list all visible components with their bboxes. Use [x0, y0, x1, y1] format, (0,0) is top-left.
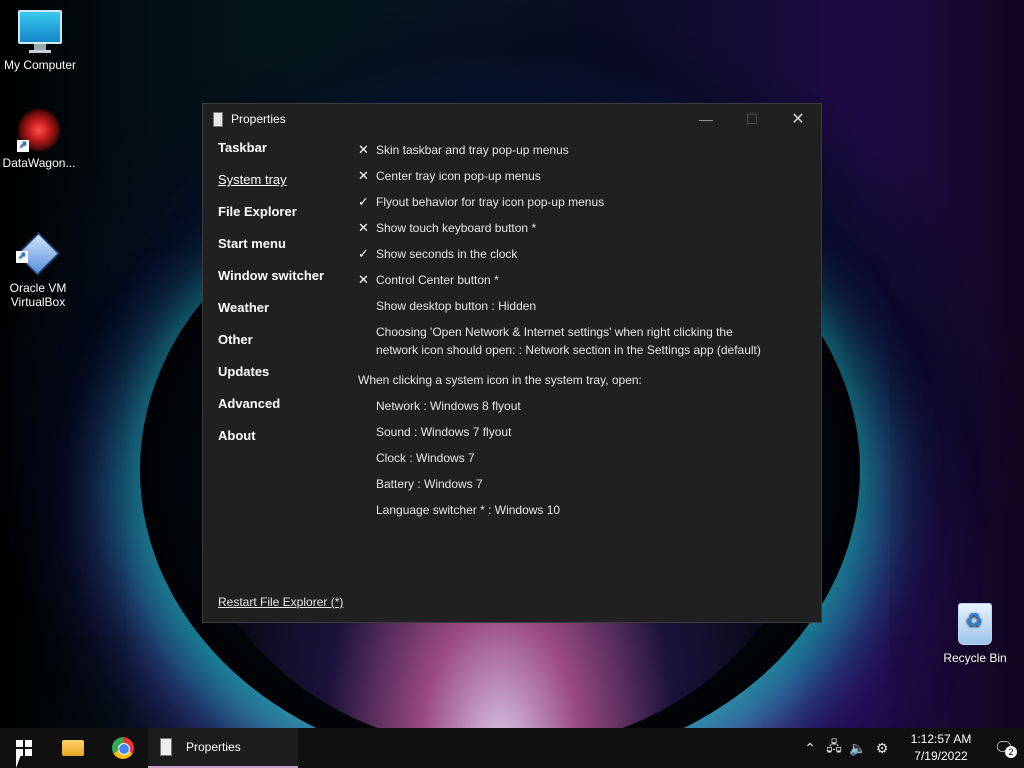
maximize-button[interactable]: ☐	[729, 104, 775, 134]
start-button[interactable]	[0, 728, 48, 768]
setting-label: Control Center button *	[376, 273, 499, 287]
x-mark-icon: ✕	[358, 272, 369, 287]
tray-option-battery[interactable]: Battery : Windows 7	[358, 471, 808, 497]
option-label: Battery : Windows 7	[376, 477, 483, 491]
setting-label: Show desktop button : Hidden	[376, 299, 537, 313]
option-label: Network : Windows 8 flyout	[376, 399, 521, 413]
properties-app-icon	[213, 111, 223, 127]
nav-item-advanced[interactable]: Advanced	[218, 396, 343, 428]
nav-item-updates[interactable]: Updates	[218, 364, 343, 396]
desktop-icon-my-computer[interactable]: My Computer	[0, 10, 80, 72]
folder-icon	[62, 740, 84, 756]
tray-option-language-switcher[interactable]: Language switcher * : Windows 10	[358, 497, 808, 523]
gear-icon[interactable]: ⚙	[870, 740, 894, 757]
virtualbox-icon: ↗	[16, 219, 60, 276]
setting-skin-tray-menus[interactable]: ✕ Skin taskbar and tray pop-up menus	[358, 137, 808, 163]
desktop-icon-virtualbox[interactable]: ↗ Oracle VM VirtualBox	[0, 205, 78, 323]
volume-icon[interactable]: 🔈	[846, 740, 870, 757]
check-mark-icon: ✓	[358, 194, 369, 209]
x-mark-icon: ✕	[358, 168, 369, 183]
desktop-icon-recycle-bin[interactable]: Recycle Bin	[935, 603, 1015, 665]
minimize-button[interactable]: —	[683, 104, 729, 134]
nav-item-start-menu[interactable]: Start menu	[218, 236, 343, 268]
chrome-icon	[112, 737, 134, 759]
close-button[interactable]: ✕	[775, 104, 821, 134]
nav-item-window-switcher[interactable]: Window switcher	[218, 268, 343, 300]
setting-network-settings-target[interactable]: Choosing 'Open Network & Internet settin…	[358, 319, 808, 359]
restart-explorer-link[interactable]: Restart File Explorer (*)	[218, 595, 343, 609]
setting-label: Center tray icon pop-up menus	[376, 169, 541, 183]
window-title: Properties	[231, 112, 286, 126]
settings-nav: Taskbar System tray File Explorer Start …	[218, 140, 343, 460]
nav-item-system-tray[interactable]: System tray	[218, 172, 343, 204]
setting-show-seconds[interactable]: ✓ Show seconds in the clock	[358, 241, 808, 267]
computer-icon	[18, 10, 62, 54]
recycle-bin-icon	[953, 603, 997, 647]
option-label: Language switcher * : Windows 10	[376, 503, 561, 517]
chevron-up-icon[interactable]: ⌃	[798, 740, 822, 757]
taskbar-chrome[interactable]	[98, 728, 148, 768]
clock-date: 7/19/2022	[914, 749, 968, 763]
setting-label: Choosing 'Open Network & Internet settin…	[376, 325, 761, 357]
desktop-icon-label: Recycle Bin	[943, 651, 1007, 665]
properties-app-icon	[160, 738, 172, 756]
task-label: Properties	[186, 740, 241, 754]
setting-control-center[interactable]: ✕ Control Center button *	[358, 267, 808, 293]
nav-item-about[interactable]: About	[218, 428, 343, 460]
setting-show-desktop-button[interactable]: Show desktop button : Hidden	[358, 293, 808, 319]
setting-label: Show seconds in the clock	[376, 247, 518, 261]
option-label: Clock : Windows 7	[376, 451, 475, 465]
setting-label: Flyout behavior for tray icon pop-up men…	[376, 195, 605, 209]
setting-touch-keyboard[interactable]: ✕ Show touch keyboard button *	[358, 215, 808, 241]
x-mark-icon: ✕	[358, 142, 369, 157]
clock-time: 1:12:57 AM	[910, 732, 972, 746]
tray-section-header: When clicking a system icon in the syste…	[358, 367, 808, 393]
setting-label: Skin taskbar and tray pop-up menus	[376, 143, 569, 157]
desktop-icon-label: DataWagon...	[2, 156, 76, 170]
system-tray: ⌃ 🖧 🔈 ⚙ 1:12:57 AM 7/19/2022 🗨 2	[798, 728, 1024, 768]
taskbar: Properties ⌃ 🖧 🔈 ⚙ 1:12:57 AM 7/19/2022 …	[0, 728, 1024, 768]
notification-center-button[interactable]: 🗨 2	[984, 738, 1024, 758]
nav-item-file-explorer[interactable]: File Explorer	[218, 204, 343, 236]
check-mark-icon: ✓	[358, 246, 369, 261]
section-header-label: When clicking a system icon in the syste…	[358, 373, 642, 387]
nav-item-taskbar[interactable]: Taskbar	[218, 140, 343, 172]
tray-option-sound[interactable]: Sound : Windows 7 flyout	[358, 419, 808, 445]
datawagon-icon: ↗	[17, 108, 61, 152]
title-bar[interactable]: Properties — ☐ ✕	[203, 104, 821, 134]
option-label: Sound : Windows 7 flyout	[376, 425, 512, 439]
desktop-icon-datawagon[interactable]: ↗ DataWagon...	[0, 108, 79, 170]
nav-item-other[interactable]: Other	[218, 332, 343, 364]
shortcut-arrow-icon: ↗	[17, 140, 29, 152]
mouse-cursor	[16, 752, 22, 768]
network-icon[interactable]: 🖧	[822, 736, 846, 760]
setting-center-tray-menus[interactable]: ✕ Center tray icon pop-up menus	[358, 163, 808, 189]
setting-flyout-behavior[interactable]: ✓ Flyout behavior for tray icon pop-up m…	[358, 189, 808, 215]
tray-option-clock[interactable]: Clock : Windows 7	[358, 445, 808, 471]
taskbar-clock[interactable]: 1:12:57 AM 7/19/2022	[906, 731, 976, 765]
desktop-icon-label: My Computer	[3, 58, 77, 72]
taskbar-file-explorer[interactable]	[48, 728, 98, 768]
x-mark-icon: ✕	[358, 220, 369, 235]
nav-item-weather[interactable]: Weather	[218, 300, 343, 332]
shortcut-arrow-icon: ↗	[16, 251, 28, 263]
notification-count-badge: 2	[1005, 746, 1017, 758]
tray-option-network[interactable]: Network : Windows 8 flyout	[358, 393, 808, 419]
settings-content: ✕ Skin taskbar and tray pop-up menus ✕ C…	[358, 137, 808, 523]
setting-label: Show touch keyboard button *	[376, 221, 537, 235]
properties-window: Properties — ☐ ✕ Taskbar System tray Fil…	[202, 103, 822, 623]
taskbar-properties[interactable]: Properties	[148, 728, 298, 768]
